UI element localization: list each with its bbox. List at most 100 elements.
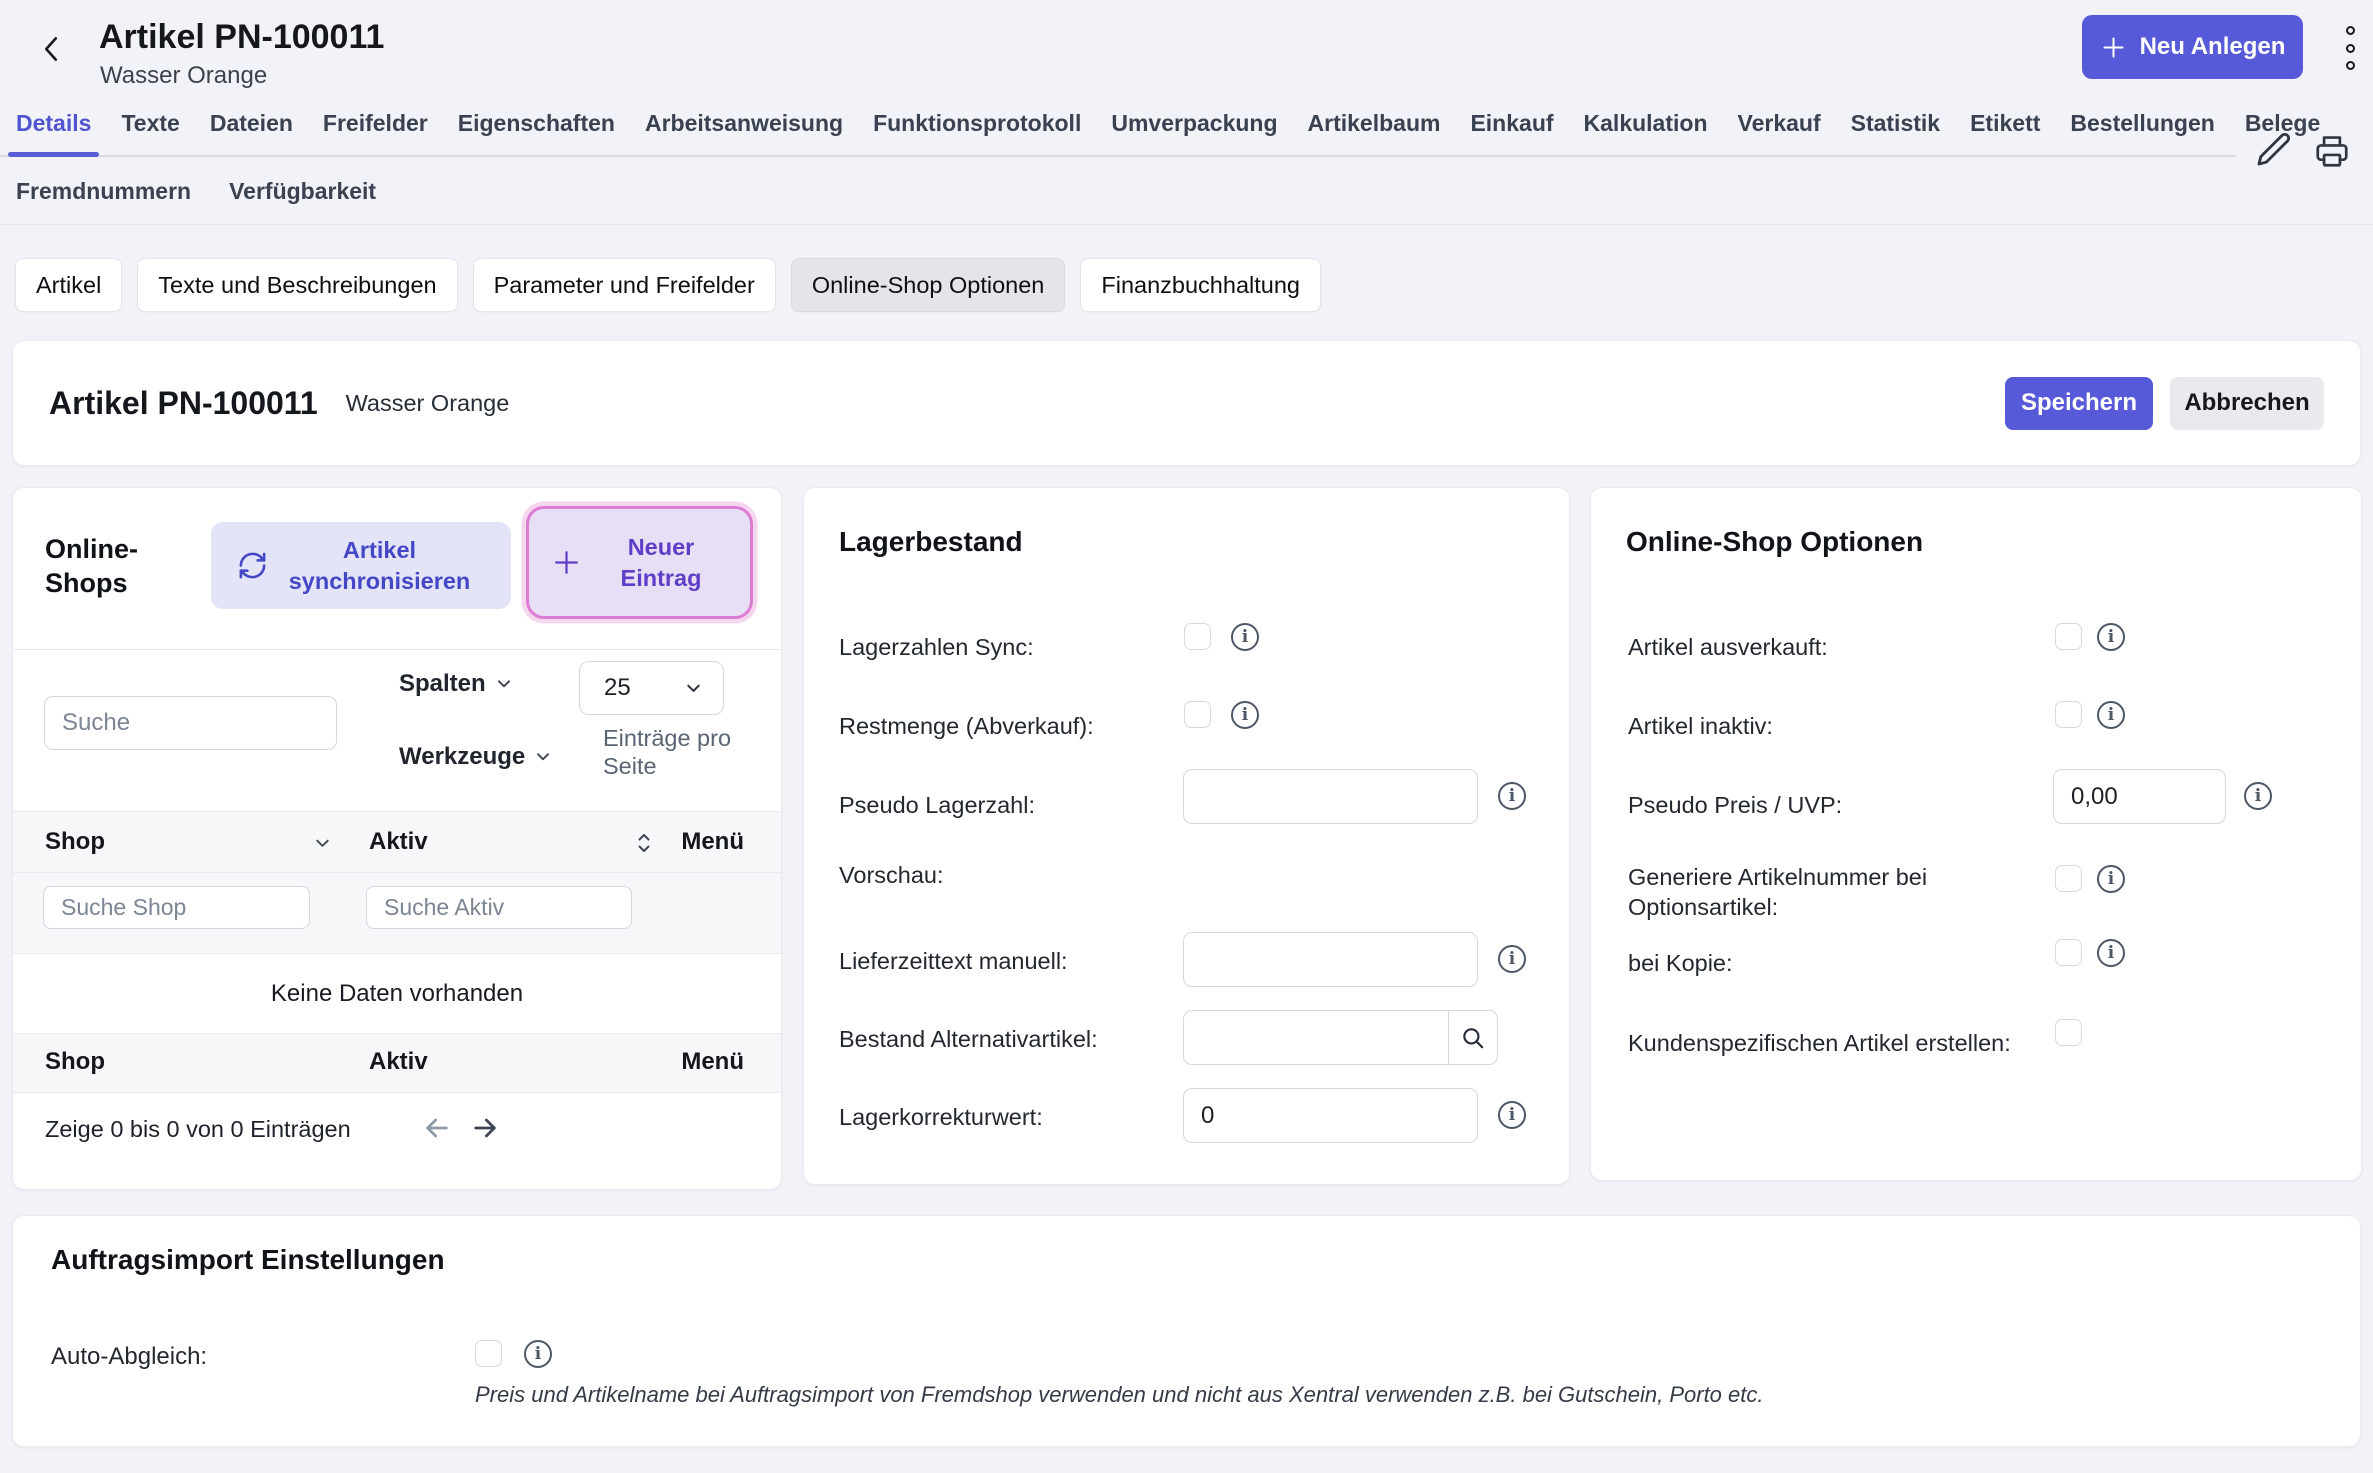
lagerzahlen-sync-checkbox[interactable] <box>1184 623 1211 650</box>
chip-online-shop-optionen[interactable]: Online-Shop Optionen <box>791 258 1066 312</box>
tab-etikett[interactable]: Etikett <box>1970 110 2040 155</box>
tab-funktionsprotokoll[interactable]: Funktionsprotokoll <box>873 110 1081 155</box>
edit-pencil-icon[interactable] <box>2254 129 2294 169</box>
info-icon[interactable] <box>1498 945 1526 973</box>
tab-verfuegbarkeit[interactable]: Verfügbarkeit <box>229 178 376 219</box>
chip-parameter-freifelder[interactable]: Parameter und Freifelder <box>473 258 776 312</box>
online-shops-title: Online- Shops <box>45 532 138 600</box>
chip-artikel[interactable]: Artikel <box>15 258 122 312</box>
restmenge-checkbox[interactable] <box>1184 701 1211 728</box>
page-subtitle: Wasser Orange <box>100 62 267 90</box>
tab-dateien[interactable]: Dateien <box>210 110 293 155</box>
neuer-eintrag-button[interactable]: NeuerEintrag <box>526 506 753 619</box>
table-info-text: Zeige 0 bis 0 von 0 Einträgen <box>45 1116 351 1143</box>
chip-finanzbuchhaltung[interactable]: Finanzbuchhaltung <box>1080 258 1321 312</box>
tab-statistik[interactable]: Statistik <box>1851 110 1940 155</box>
tab-texte[interactable]: Texte <box>121 110 179 155</box>
print-icon[interactable] <box>2313 132 2351 170</box>
lieferzeittext-label: Lieferzeittext manuell: <box>839 946 1068 976</box>
page-size-select[interactable]: 25 <box>579 661 724 715</box>
sync-button-label: Artikelsynchronisieren <box>268 535 491 597</box>
generiere-artikelnummer-checkbox[interactable] <box>2055 865 2082 892</box>
neu-anlegen-label: Neu Anlegen <box>2140 33 2286 61</box>
info-icon[interactable] <box>2097 701 2125 729</box>
column-header-menu: Menü <box>681 828 744 856</box>
plus-icon <box>551 547 582 578</box>
tools-dropdown[interactable]: Werkzeuge <box>399 743 552 771</box>
artikel-synchronisieren-button[interactable]: Artikelsynchronisieren <box>211 522 511 609</box>
tab-verkauf[interactable]: Verkauf <box>1738 110 1821 155</box>
vorschau-label: Vorschau: <box>839 860 944 890</box>
tab-kalkulation[interactable]: Kalkulation <box>1584 110 1708 155</box>
pseudo-lagerzahl-input[interactable] <box>1183 769 1478 824</box>
column-header-aktiv[interactable]: Aktiv <box>369 828 428 856</box>
article-detail-page: Artikel PN-100011 Wasser Orange Neu Anle… <box>0 0 2373 1473</box>
lagerzahlen-sync-label: Lagerzahlen Sync: <box>839 632 1034 662</box>
back-button[interactable] <box>30 26 72 72</box>
chevron-down-icon <box>684 679 703 698</box>
tab-arbeitsanweisung[interactable]: Arbeitsanweisung <box>645 110 843 155</box>
save-button[interactable]: Speichern <box>2005 377 2153 430</box>
info-icon[interactable] <box>524 1340 552 1368</box>
bestand-alternativartikel-input[interactable] <box>1183 1010 1449 1065</box>
info-icon[interactable] <box>1231 701 1259 729</box>
info-icon[interactable] <box>2097 865 2125 893</box>
info-icon[interactable] <box>1498 1101 1526 1129</box>
lagerkorrekturwert-input[interactable] <box>1183 1088 1478 1143</box>
page-title: Artikel PN-100011 <box>99 18 384 57</box>
section-chips: Artikel Texte und Beschreibungen Paramet… <box>15 258 1321 312</box>
filter-shop-input[interactable] <box>43 886 310 929</box>
lieferzeittext-input[interactable] <box>1183 932 1478 987</box>
previous-page-arrow-icon[interactable] <box>421 1112 453 1144</box>
column-header-shop[interactable]: Shop <box>45 828 105 856</box>
tab-freifelder[interactable]: Freifelder <box>323 110 428 155</box>
pseudo-preis-input[interactable] <box>2053 769 2226 824</box>
search-icon <box>1460 1025 1486 1051</box>
table-search-input[interactable] <box>44 696 337 750</box>
artikel-inaktiv-label: Artikel inaktiv: <box>1628 711 1773 741</box>
artikel-ausverkauft-checkbox[interactable] <box>2055 623 2082 650</box>
restmenge-label: Restmenge (Abverkauf): <box>839 711 1094 741</box>
kebab-menu-icon[interactable] <box>2340 26 2360 70</box>
tab-umverpackung[interactable]: Umverpackung <box>1111 110 1277 155</box>
chevron-down-icon <box>495 675 513 693</box>
next-page-arrow-icon[interactable] <box>469 1112 501 1144</box>
neuer-eintrag-label: NeuerEintrag <box>582 532 740 594</box>
entries-per-page-label: Einträge pro Seite <box>603 724 763 780</box>
auftragsimport-card: Auftragsimport Einstellungen Auto-Abglei… <box>12 1215 2361 1447</box>
tab-einkauf[interactable]: Einkauf <box>1470 110 1553 155</box>
tab-details[interactable]: Details <box>16 110 91 155</box>
auto-abgleich-checkbox[interactable] <box>475 1340 502 1367</box>
tab-bestellungen[interactable]: Bestellungen <box>2070 110 2214 155</box>
info-icon[interactable] <box>1498 782 1526 810</box>
article-search-button[interactable] <box>1449 1010 1498 1065</box>
filter-aktiv-input[interactable] <box>366 886 632 929</box>
footer-header-shop: Shop <box>45 1048 105 1076</box>
bei-kopie-checkbox[interactable] <box>2055 939 2082 966</box>
chevron-down-icon[interactable] <box>313 834 332 853</box>
pseudo-lagerzahl-label: Pseudo Lagerzahl: <box>839 790 1035 820</box>
chip-texte-beschreibungen[interactable]: Texte und Beschreibungen <box>137 258 457 312</box>
artikel-inaktiv-checkbox[interactable] <box>2055 701 2082 728</box>
info-icon[interactable] <box>1231 623 1259 651</box>
tab-fremdnummern[interactable]: Fremdnummern <box>16 178 191 219</box>
kundenspezifisch-label: Kundenspezifischen Artikel erstellen: <box>1628 1028 2011 1058</box>
tab-eigenschaften[interactable]: Eigenschaften <box>458 110 615 155</box>
article-title: Artikel PN-100011 <box>49 385 318 422</box>
info-icon[interactable] <box>2097 623 2125 651</box>
lagerbestand-panel: Lagerbestand Lagerzahlen Sync: Restmenge… <box>803 487 1570 1185</box>
neu-anlegen-button[interactable]: Neu Anlegen <box>2082 15 2303 79</box>
table-footer-header-row: Shop Aktiv Menü <box>13 1034 781 1093</box>
info-icon[interactable] <box>2097 939 2125 967</box>
lagerkorrekturwert-label: Lagerkorrekturwert: <box>839 1102 1043 1132</box>
auto-abgleich-label: Auto-Abgleich: <box>51 1342 207 1372</box>
sort-icon[interactable] <box>635 829 653 857</box>
tab-artikelbaum[interactable]: Artikelbaum <box>1308 110 1441 155</box>
kundenspezifisch-checkbox[interactable] <box>2055 1019 2082 1046</box>
cancel-button[interactable]: Abbrechen <box>2170 377 2324 430</box>
auto-abgleich-note: Preis und Artikelname bei Auftragsimport… <box>475 1382 1763 1408</box>
article-header-card: Artikel PN-100011 Wasser Orange Speicher… <box>12 340 2361 466</box>
info-icon[interactable] <box>2244 782 2272 810</box>
lagerbestand-title: Lagerbestand <box>839 526 1023 558</box>
columns-dropdown[interactable]: Spalten <box>399 670 513 698</box>
